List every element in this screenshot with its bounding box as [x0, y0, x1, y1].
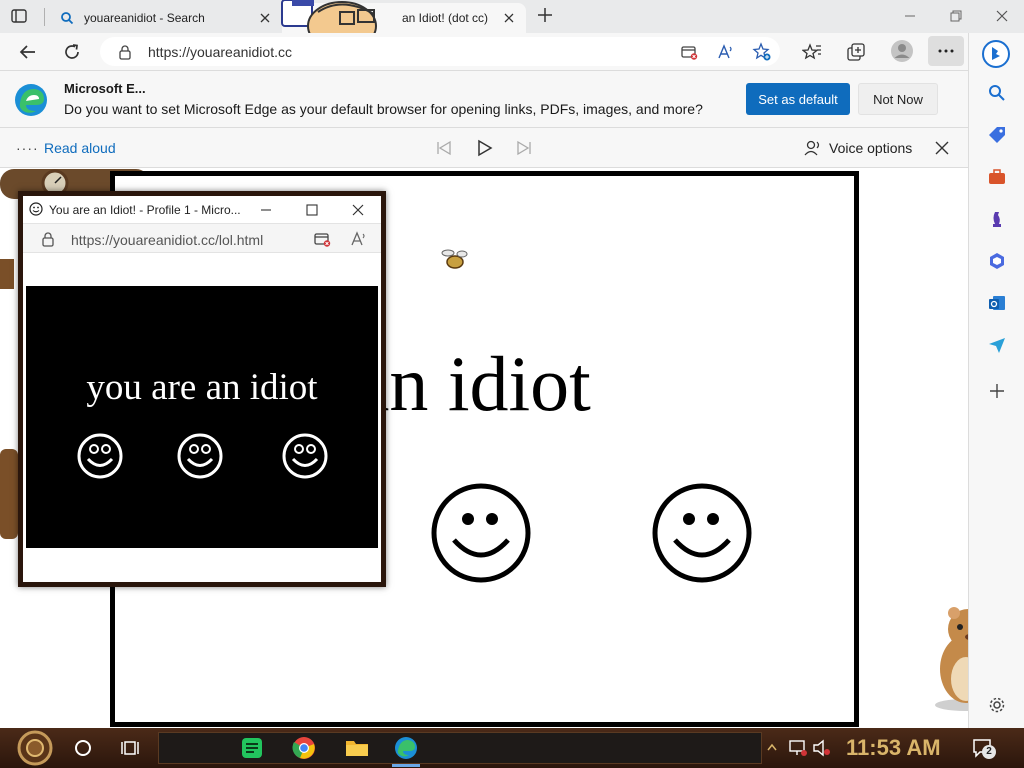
tools-icon[interactable]: [987, 167, 1007, 187]
read-aloud-icon[interactable]: [716, 43, 734, 61]
chevron-up-icon[interactable]: [766, 741, 778, 755]
taskbar-clock[interactable]: 11:53 AM: [846, 735, 941, 761]
restore-icon[interactable]: [948, 8, 964, 24]
infobar-message: Do you want to set Microsoft Edge as you…: [64, 101, 703, 117]
close-icon[interactable]: [934, 140, 950, 156]
search-icon: [61, 12, 74, 25]
bing-chat-icon[interactable]: [981, 39, 1011, 69]
settings-more-button[interactable]: [928, 36, 964, 66]
start-button-icon[interactable]: [14, 730, 56, 766]
set-as-default-button[interactable]: Set as default: [746, 83, 850, 115]
outlook-icon[interactable]: [987, 293, 1007, 313]
next-icon[interactable]: [516, 140, 532, 156]
more-dots-icon: [938, 49, 954, 53]
taskbar: 11:53 AM 2: [0, 728, 1024, 768]
tab-actions-icon[interactable]: [10, 7, 28, 25]
voice-options-button[interactable]: Voice options: [829, 140, 912, 156]
new-tab-icon[interactable]: [536, 6, 554, 24]
lock-icon[interactable]: [41, 231, 55, 247]
blocked-popup-icon[interactable]: [680, 43, 698, 61]
close-icon[interactable]: [258, 11, 272, 25]
default-browser-infobar: Microsoft E... Do you want to set Micros…: [0, 70, 968, 128]
voice-icon: [804, 140, 820, 156]
pipe-decoration: [0, 449, 18, 539]
favorite-add-icon[interactable]: [752, 42, 772, 62]
collections-icon[interactable]: [846, 42, 866, 62]
smiley-face-icon: [77, 433, 123, 479]
smiley-face-icon: [431, 483, 531, 583]
popup-title: You are an Idiot! - Profile 1 - Micro...: [49, 203, 241, 217]
popup-url: https://youareanidiot.cc/lol.html: [71, 232, 264, 248]
file-explorer-icon[interactable]: [344, 736, 370, 760]
popup-black-panel: you are an idiot: [26, 286, 378, 548]
favorites-icon[interactable]: [802, 42, 822, 62]
active-app-indicator: [392, 764, 420, 767]
chrome-icon[interactable]: [292, 736, 316, 760]
close-icon[interactable]: [502, 11, 516, 25]
read-aloud-bar: ···· Read aloud Voice options: [0, 128, 968, 168]
previous-icon[interactable]: [436, 140, 452, 156]
edge-taskbar-icon[interactable]: [394, 736, 418, 760]
back-arrow-icon[interactable]: [18, 42, 38, 62]
gear-icon[interactable]: [987, 695, 1007, 715]
popup-title-bar[interactable]: You are an Idiot! - Profile 1 - Micro...: [23, 196, 381, 223]
popup-message: you are an idiot: [86, 367, 318, 408]
tab-search[interactable]: youareanidiot - Search: [50, 3, 282, 33]
read-aloud-menu-icon[interactable]: ····: [16, 140, 39, 156]
minimize-icon[interactable]: [259, 203, 273, 217]
network-icon[interactable]: [788, 739, 808, 757]
notification-badge: 2: [982, 745, 996, 759]
bee-icon: [441, 249, 468, 269]
close-window-icon[interactable]: [994, 8, 1010, 24]
not-now-button[interactable]: Not Now: [858, 83, 938, 115]
address-toolbar: https://youareanidiot.cc: [0, 33, 968, 70]
read-aloud-icon[interactable]: [349, 230, 367, 248]
drop-send-icon[interactable]: [987, 335, 1007, 355]
edge-sidebar: [968, 33, 1024, 728]
lock-icon[interactable]: [118, 44, 132, 60]
hamster-icon: [935, 607, 968, 711]
smiley-face-icon: [177, 433, 223, 479]
refresh-icon[interactable]: [62, 42, 82, 62]
edge-logo-icon: [15, 84, 47, 116]
url-bar[interactable]: https://youareanidiot.cc: [100, 37, 780, 66]
microsoft365-icon[interactable]: [987, 251, 1007, 271]
blocked-popup-icon[interactable]: [313, 230, 331, 248]
task-view-icon[interactable]: [120, 738, 140, 758]
search-circle-icon[interactable]: [74, 739, 92, 757]
smiley-face-icon: [282, 433, 328, 479]
search-icon[interactable]: [987, 83, 1007, 103]
games-icon[interactable]: [987, 209, 1007, 229]
smiley-face-icon: [652, 483, 752, 583]
url-text: https://youareanidiot.cc: [148, 43, 292, 60]
maximize-icon[interactable]: [305, 203, 319, 217]
volume-muted-icon[interactable]: [812, 739, 832, 757]
tab-strip: youareanidiot - Search an Idiot! (dot cc…: [0, 0, 1024, 51]
close-icon[interactable]: [351, 203, 365, 217]
pipe-decoration: [0, 259, 14, 289]
shopping-tag-icon[interactable]: [987, 125, 1007, 145]
popup-address-bar: https://youareanidiot.cc/lol.html: [23, 223, 381, 253]
read-aloud-label: Read aloud: [44, 140, 116, 156]
play-icon[interactable]: [476, 139, 494, 157]
notes-app-icon[interactable]: [240, 736, 264, 760]
profile-avatar-icon[interactable]: [890, 39, 914, 63]
idiot-popup-window[interactable]: You are an Idiot! - Profile 1 - Micro...…: [18, 191, 386, 587]
infobar-title: Microsoft E...: [64, 81, 146, 96]
minimize-icon[interactable]: [902, 8, 918, 24]
smiley-face-icon: [29, 202, 43, 216]
tab-separator: [44, 8, 45, 26]
add-icon[interactable]: [987, 381, 1007, 401]
tab-title: youareanidiot - Search: [84, 11, 205, 25]
